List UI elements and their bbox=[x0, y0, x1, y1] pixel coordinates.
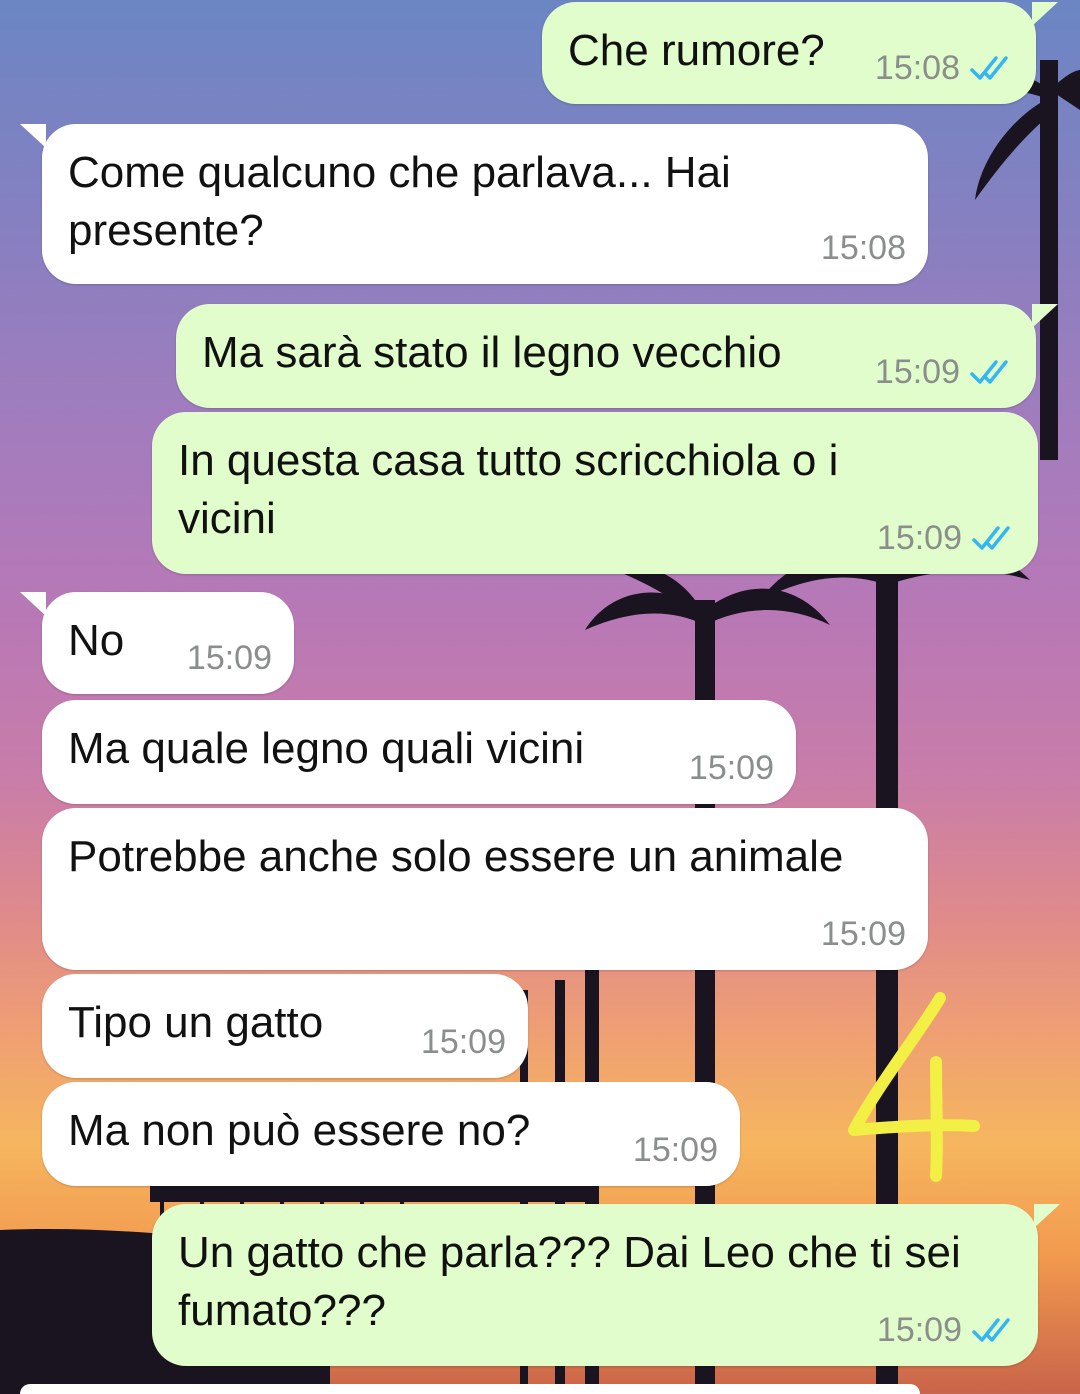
message-bubble-incoming[interactable]: Ma non può essere no? 15:09 bbox=[42, 1082, 740, 1186]
message-time: 15:08 bbox=[820, 229, 906, 267]
bubble-tail bbox=[20, 592, 46, 616]
message-bubble-incoming[interactable]: Tipo un gatto 15:09 bbox=[42, 974, 528, 1078]
message-text: Potrebbe anche solo essere un animale bbox=[68, 832, 844, 881]
message-time: 15:09 bbox=[186, 639, 272, 677]
message-bubble-outgoing[interactable]: Che rumore? 15:08 bbox=[542, 2, 1058, 104]
message-bubble-outgoing[interactable]: Ma sarà stato il legno vecchio 15:09 bbox=[176, 304, 1058, 408]
message-time: 15:09 bbox=[420, 1023, 506, 1061]
message-text: Ma quale legno quali vicini bbox=[68, 724, 585, 773]
message-time: 15:09 bbox=[820, 915, 906, 953]
bubble-tail bbox=[20, 124, 46, 148]
message-text: Come qualcuno che parlava... Hai present… bbox=[68, 148, 731, 255]
message-time: 15:09 bbox=[688, 749, 774, 787]
message-bubble-outgoing[interactable]: Un gatto che parla??? Dai Leo che ti sei… bbox=[152, 1204, 1060, 1366]
next-message-edge bbox=[20, 1384, 920, 1394]
message-text: In questa casa tutto scricchiola o i vic… bbox=[178, 436, 839, 543]
bubble-tail bbox=[1032, 304, 1058, 328]
handwritten-number-annotation bbox=[848, 992, 980, 1182]
message-time: 15:09 bbox=[874, 353, 960, 391]
message-text: Tipo un gatto bbox=[68, 998, 324, 1047]
double-check-icon bbox=[972, 1318, 1010, 1342]
message-bubble-outgoing[interactable]: In questa casa tutto scricchiola o i vic… bbox=[152, 412, 1038, 574]
bubble-tail bbox=[1032, 2, 1058, 26]
double-check-icon bbox=[970, 360, 1008, 384]
message-text: Ma non può essere no? bbox=[68, 1106, 531, 1155]
message-bubble-incoming[interactable]: Potrebbe anche solo essere un animale 15… bbox=[42, 808, 928, 970]
message-text: No bbox=[68, 616, 125, 665]
message-time: 15:09 bbox=[632, 1131, 718, 1169]
message-text: Ma sarà stato il legno vecchio bbox=[202, 328, 782, 377]
double-check-icon bbox=[970, 56, 1008, 80]
message-time: 15:09 bbox=[876, 519, 962, 557]
message-time: 15:09 bbox=[876, 1311, 962, 1349]
message-bubble-incoming[interactable]: No 15:09 bbox=[20, 592, 294, 694]
message-text: Che rumore? bbox=[568, 26, 825, 75]
message-text: Un gatto che parla??? Dai Leo che ti sei… bbox=[178, 1228, 961, 1335]
message-bubble-incoming[interactable]: Come qualcuno che parlava... Hai present… bbox=[20, 124, 928, 284]
message-time: 15:08 bbox=[874, 49, 960, 87]
double-check-icon bbox=[972, 526, 1010, 550]
bubble-tail bbox=[1034, 1204, 1060, 1228]
message-bubble-incoming[interactable]: Ma quale legno quali vicini 15:09 bbox=[42, 700, 796, 804]
